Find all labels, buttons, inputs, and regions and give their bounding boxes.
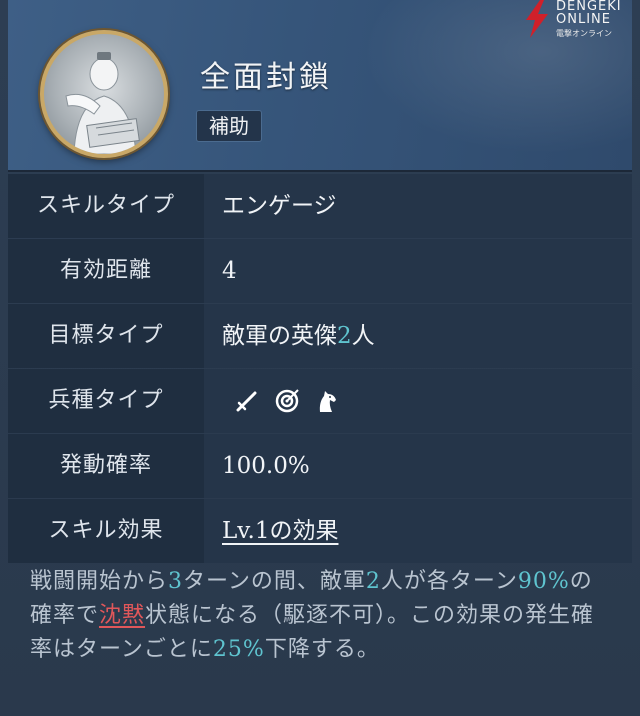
row-target-type: 目標タイプ 敵軍の英傑2人	[8, 304, 632, 368]
row-skill-effect: スキル効果 Lv.1の効果	[8, 499, 632, 563]
row-label: 目標タイプ	[8, 304, 204, 368]
row-label: 兵種タイプ	[8, 369, 204, 433]
row-label: 有効距離	[8, 239, 204, 303]
target-count: 2	[365, 569, 381, 594]
skill-effect-link[interactable]: Lv.1の効果	[222, 499, 338, 563]
activation-rate-value: 100.0%	[222, 453, 310, 479]
skill-title: 全面封鎖	[200, 60, 332, 95]
troop-icons	[234, 387, 340, 415]
bow-target-icon	[274, 388, 300, 414]
decrease-value: 25%	[212, 637, 265, 662]
row-label: スキル効果	[8, 499, 204, 563]
skill-info-table: スキルタイプ エンゲージ 有効距離 4 目標タイプ 敵軍の英傑2人 兵種タイプ	[8, 174, 632, 564]
target-count: 2	[337, 323, 352, 349]
silence-status-link[interactable]: 沈黙	[99, 603, 145, 628]
row-label: スキルタイプ	[8, 174, 204, 238]
row-value: 4	[222, 258, 237, 284]
lightning-icon	[526, 0, 548, 38]
skill-card: 全面封鎖 補助 DENGEKI ONLINE 電撃オンライン スキルタイプ エン…	[0, 0, 640, 716]
horse-icon	[314, 388, 340, 414]
watermark-text: DENGEKI ONLINE	[556, 0, 622, 27]
watermark-subtext: 電撃オンライン	[556, 29, 612, 38]
row-range: 有効距離 4	[8, 239, 632, 303]
row-value: 敵軍の英傑2人	[222, 304, 375, 368]
row-troop-type: 兵種タイプ	[8, 369, 632, 433]
skill-description: 戦闘開始から3ターンの間、敵軍2人が各ターン90%の確率で沈黙状態になる（駆逐不…	[30, 569, 595, 662]
target-text: 敵軍の英傑	[222, 323, 337, 349]
dengeki-online-logo: DENGEKI ONLINE 電撃オンライン	[520, 0, 638, 40]
target-unit: 人	[351, 323, 375, 349]
general-figure-icon	[65, 52, 140, 154]
sword-icon	[234, 388, 260, 414]
skill-category-badge: 補助	[196, 110, 262, 142]
skill-portrait	[40, 30, 168, 158]
chance-value: 90%	[517, 569, 570, 594]
row-activation-rate: 発動確率 100.0%	[8, 434, 632, 498]
turn-count: 3	[168, 569, 184, 594]
row-label: 発動確率	[8, 434, 204, 498]
row-skill-type: スキルタイプ エンゲージ	[8, 174, 632, 238]
row-value: エンゲージ	[222, 193, 337, 219]
